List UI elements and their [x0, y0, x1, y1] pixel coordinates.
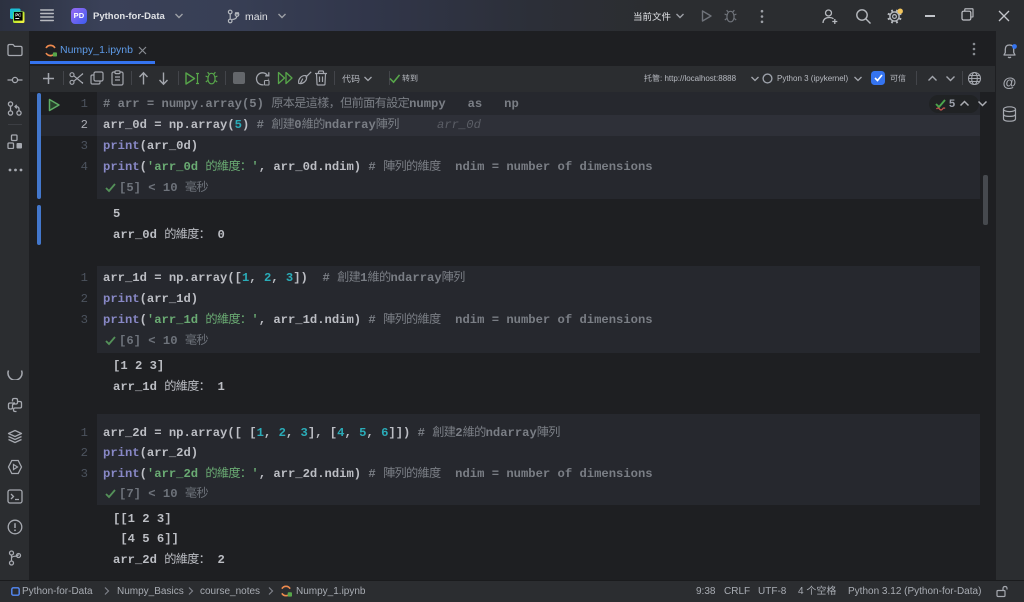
- svg-text:PC: PC: [15, 12, 22, 17]
